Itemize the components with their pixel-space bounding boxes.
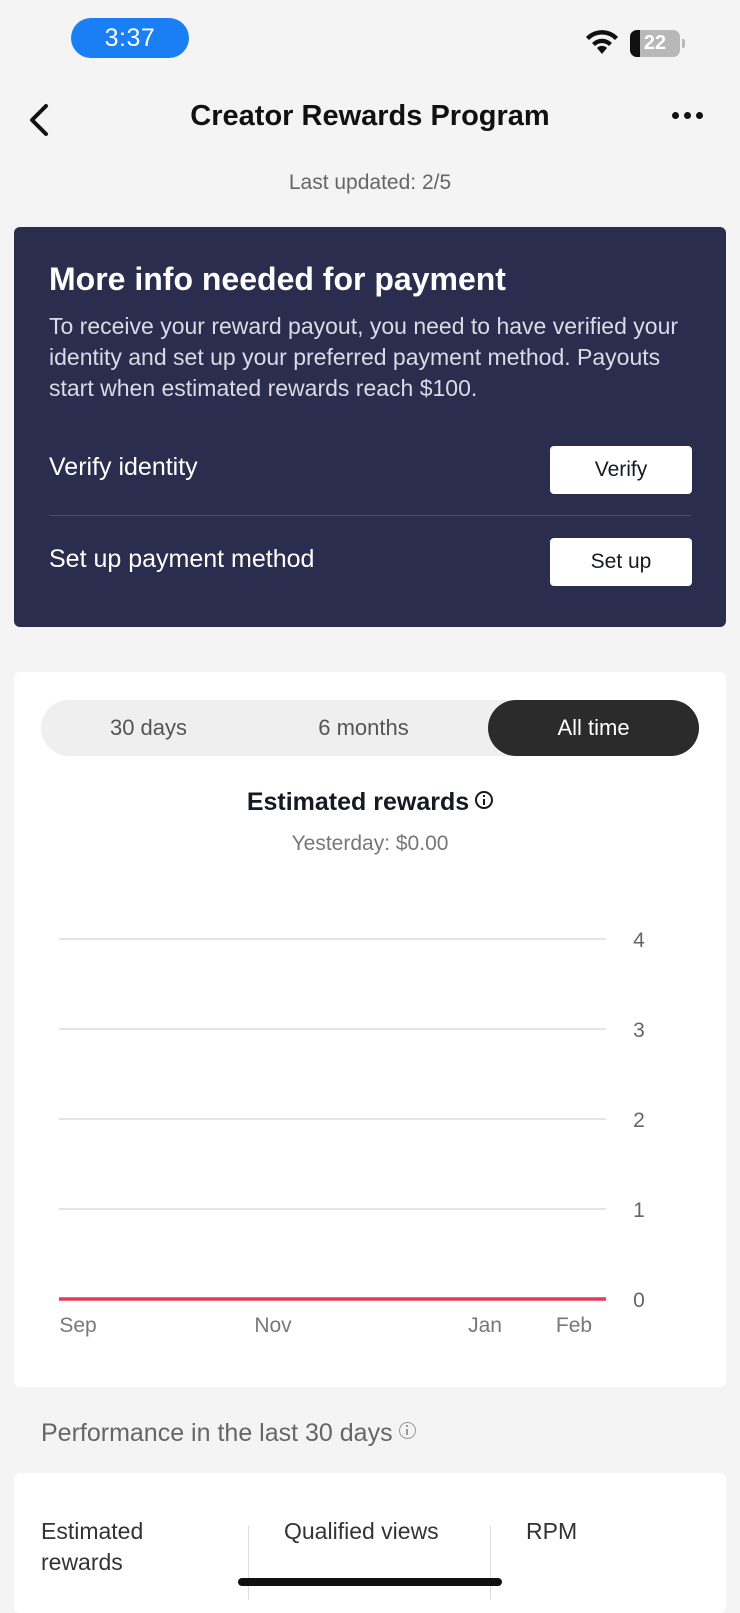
performance-info-icon[interactable] xyxy=(398,1421,416,1439)
verify-identity-label: Verify identity xyxy=(49,453,198,481)
metric-estimated-rewards: Estimated rewards xyxy=(41,1518,144,1575)
x-tick-label: Jan xyxy=(468,1314,502,1337)
verify-button[interactable]: Verify xyxy=(550,446,692,494)
performance-heading: Performance in the last 30 days xyxy=(41,1419,416,1448)
divider xyxy=(49,515,691,516)
divider xyxy=(490,1526,491,1600)
wifi-icon xyxy=(586,30,618,54)
x-tick-label: Feb xyxy=(556,1314,592,1337)
more-options-icon[interactable] xyxy=(672,112,703,119)
payment-card-title: More info needed for payment xyxy=(49,261,506,297)
metric-rpm: RPM xyxy=(526,1518,578,1544)
battery-level: 22 xyxy=(643,32,667,54)
performance-title: Performance in the last 30 days xyxy=(41,1419,393,1447)
last-updated-text: Last updated: 2/5 xyxy=(288,171,452,194)
x-tick-label: Sep xyxy=(59,1314,96,1337)
status-time: 3:37 xyxy=(71,18,189,58)
setup-payment-button[interactable]: Set up xyxy=(550,538,692,586)
rewards-card: 30 days 6 months All time Estimated rewa… xyxy=(14,672,726,1387)
y-tick-label: 2 xyxy=(633,1109,645,1132)
home-indicator xyxy=(238,1578,502,1586)
payment-method-label: Set up payment method xyxy=(49,545,315,573)
payment-card-description: To receive your reward payout, you need … xyxy=(49,313,679,401)
y-tick-label: 0 xyxy=(633,1289,645,1312)
rewards-chart: 0 1 2 3 4 Sep Nov Jan Feb xyxy=(59,929,645,1337)
page-title: Creator Rewards Program xyxy=(190,100,550,132)
divider xyxy=(248,1526,249,1600)
x-tick-label: Nov xyxy=(254,1314,292,1337)
battery-icon: 22 xyxy=(630,30,680,57)
y-tick-label: 1 xyxy=(633,1199,645,1222)
payment-info-card: More info needed for payment To receive … xyxy=(14,227,726,627)
metric-qualified-views: Qualified views xyxy=(284,1518,439,1544)
y-tick-label: 4 xyxy=(633,929,645,952)
y-tick-label: 3 xyxy=(633,1019,645,1042)
